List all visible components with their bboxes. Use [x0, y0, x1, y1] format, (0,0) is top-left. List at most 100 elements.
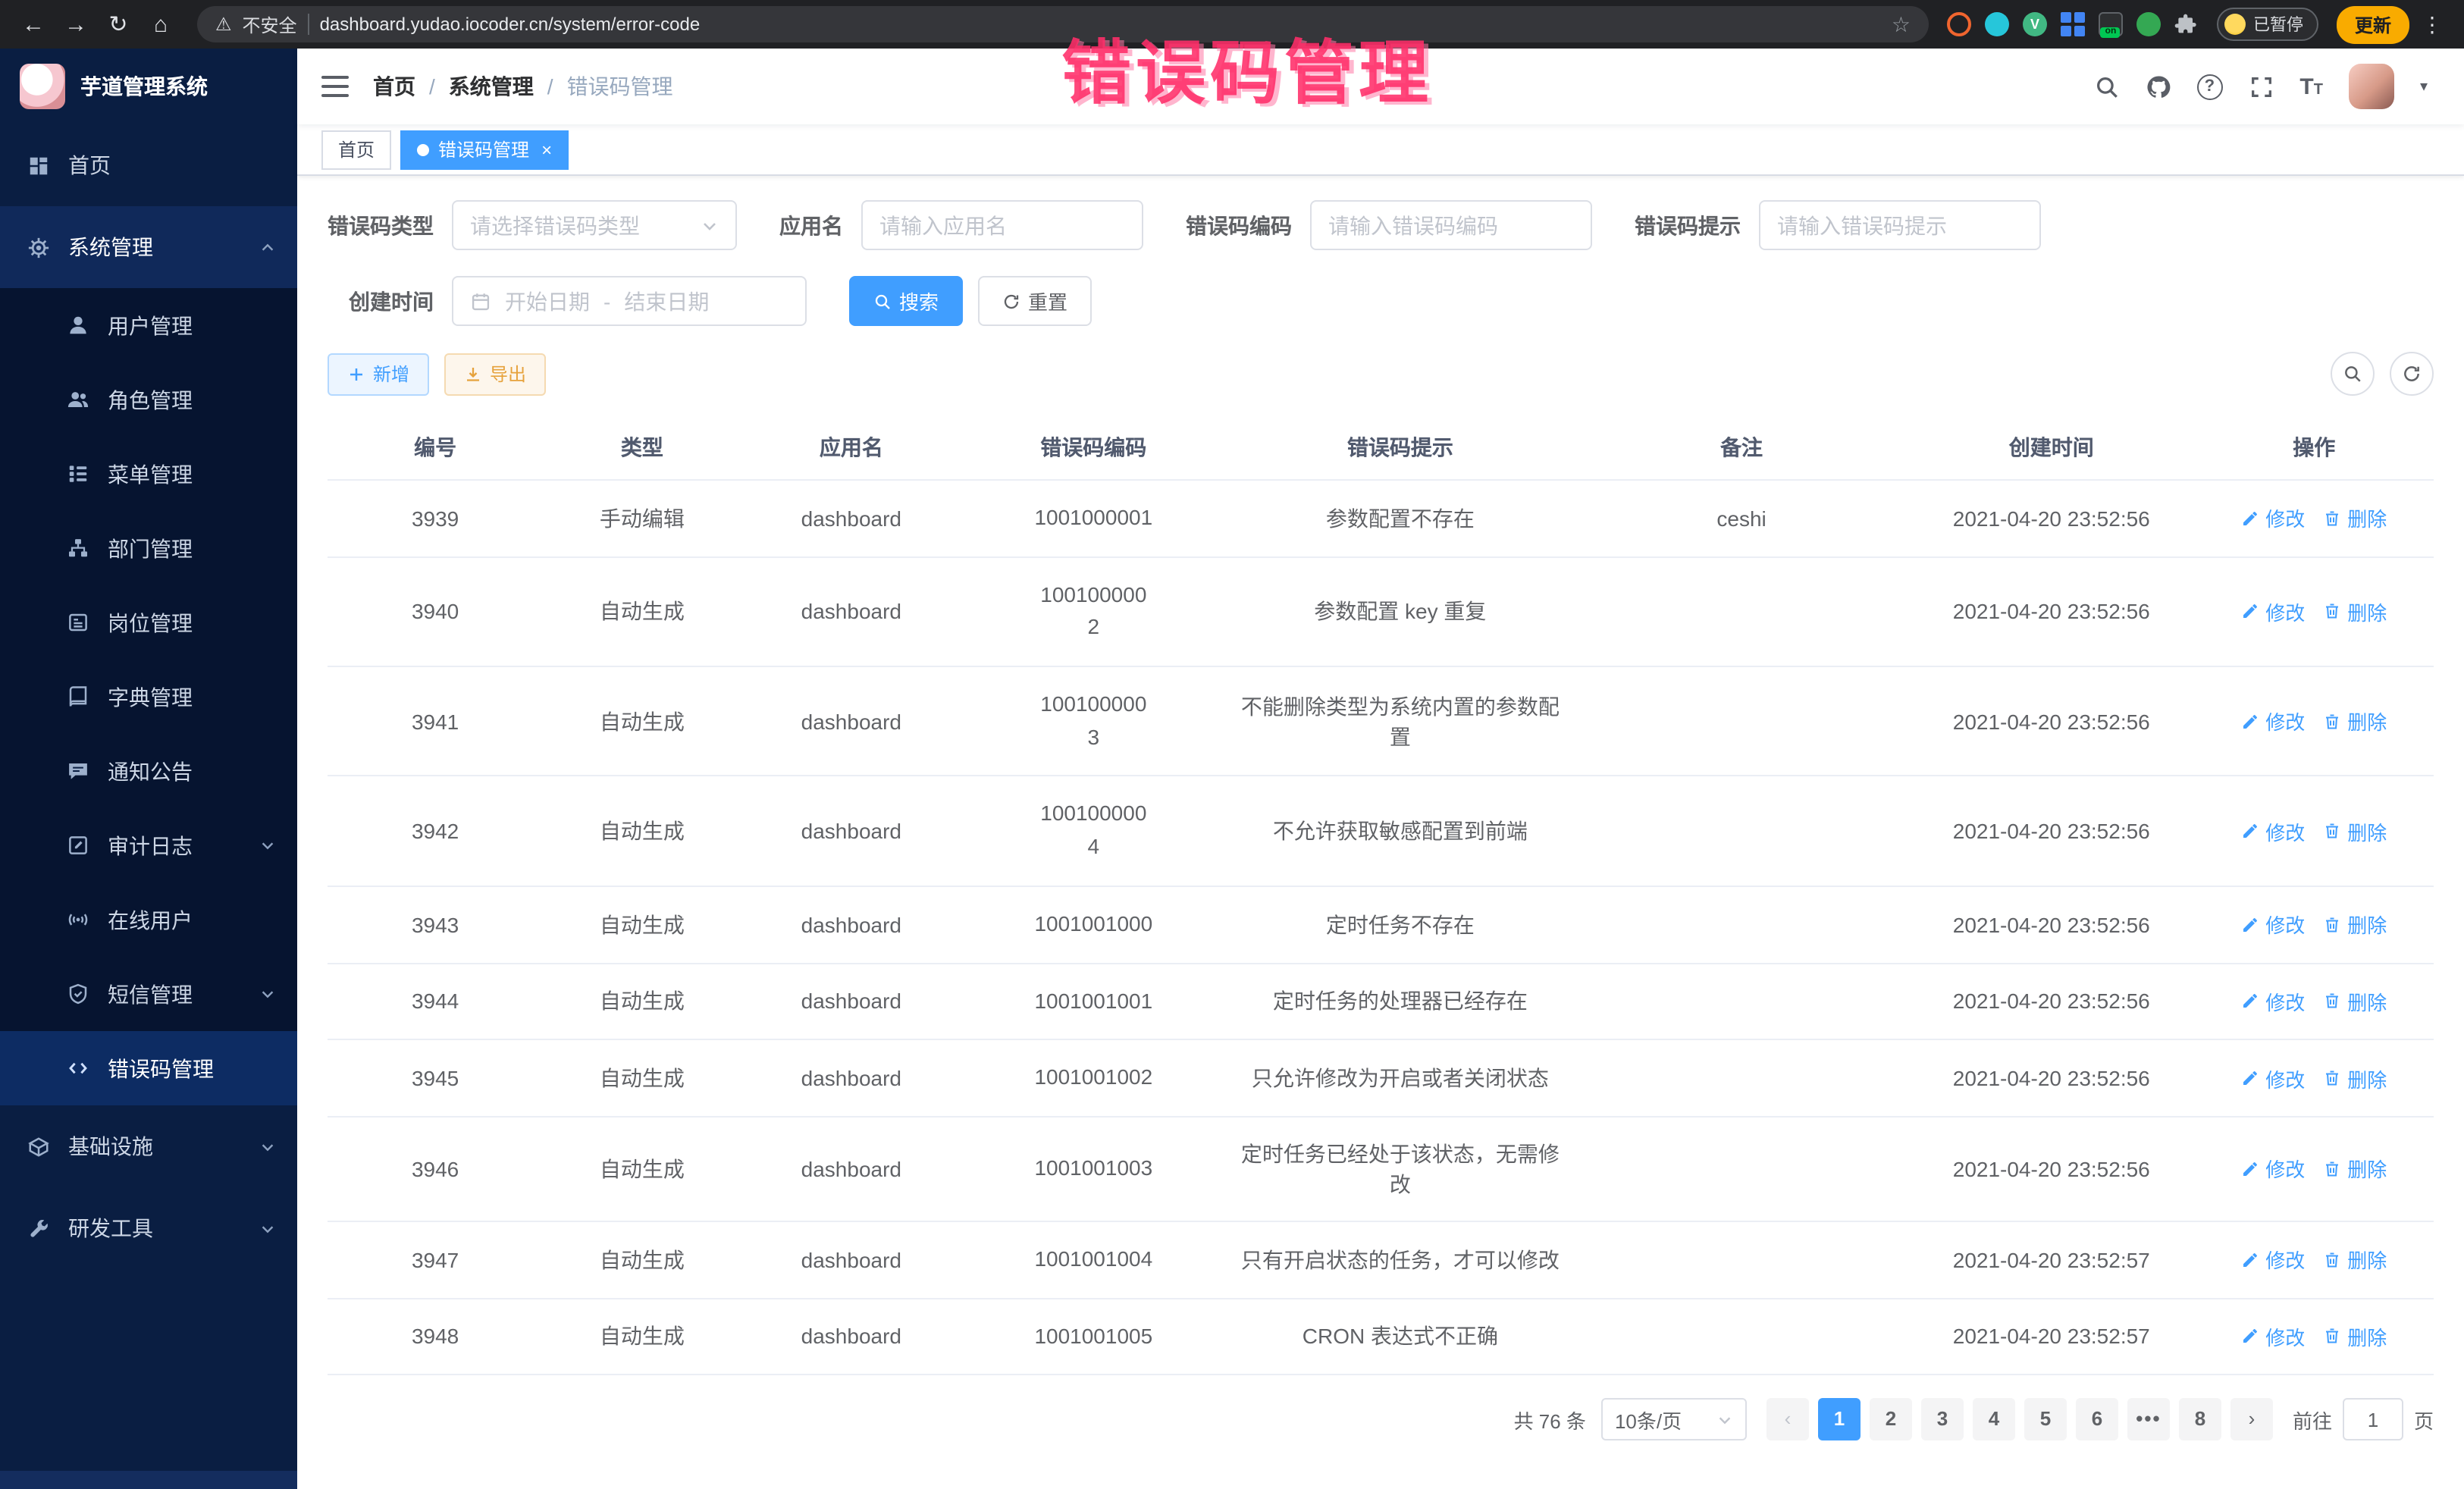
page-size-select[interactable]: 10条/页: [1601, 1399, 1747, 1441]
pager-page-button[interactable]: 1: [1818, 1399, 1861, 1441]
tab-active[interactable]: 错误码管理×: [400, 130, 569, 169]
edit-link[interactable]: 修改: [2241, 504, 2305, 533]
delete-link[interactable]: 删除: [2323, 597, 2387, 626]
sidebar-item[interactable]: 错误码管理: [0, 1031, 297, 1105]
goto-page-input[interactable]: [2343, 1399, 2403, 1441]
delete-link[interactable]: 删除: [2323, 707, 2387, 736]
sidebar-item[interactable]: 部门管理: [0, 511, 297, 585]
user-avatar[interactable]: [2349, 64, 2394, 109]
bookmark-star-icon[interactable]: ☆: [1892, 11, 1911, 37]
delete-link[interactable]: 删除: [2323, 504, 2387, 533]
extensions-puzzle-icon[interactable]: [2174, 12, 2199, 36]
address-bar[interactable]: ⚠ 不安全 dashboard.yudao.iocoder.cn/system/…: [197, 6, 1929, 42]
pager-page-button[interactable]: 8: [2179, 1399, 2221, 1441]
sidebar-item[interactable]: 首页: [0, 124, 297, 206]
table-row: 3941自动生成dashboard100100000 3不能删除类型为系统内置的…: [328, 666, 2434, 776]
sidebar-item[interactable]: 审计日志: [0, 808, 297, 882]
navbar-right: ? TT ▾: [2093, 64, 2428, 109]
table-row: 3942自动生成dashboard100100000 4不允许获取敏感配置到前端…: [328, 776, 2434, 886]
delete-link[interactable]: 删除: [2323, 987, 2387, 1016]
sidebar-item[interactable]: 岗位管理: [0, 585, 297, 660]
back-icon[interactable]: ←: [15, 6, 52, 42]
home-icon[interactable]: ⌂: [143, 6, 179, 42]
recorder-on-icon[interactable]: on: [2099, 12, 2123, 36]
leaf-icon[interactable]: [2136, 12, 2161, 36]
sidebar-item[interactable]: 短信管理: [0, 957, 297, 1031]
sidebar-item[interactable]: 用户管理: [0, 288, 297, 362]
search-button[interactable]: 搜索: [849, 276, 963, 326]
refresh-icon: [2402, 364, 2422, 384]
delete-link[interactable]: 删除: [2323, 1322, 2387, 1351]
pager-more-button[interactable]: •••: [2127, 1399, 2170, 1441]
cell-hint: 参数配置 key 重复: [1226, 556, 1575, 666]
breadcrumb-item[interactable]: 首页: [373, 71, 415, 102]
sidebar-item[interactable]: 通知公告: [0, 734, 297, 808]
refresh-table-button[interactable]: [2390, 352, 2434, 396]
breadcrumb-item[interactable]: 系统管理: [449, 71, 534, 102]
edit-link[interactable]: 修改: [2241, 910, 2305, 939]
sidebar-logo[interactable]: 芋道管理系统: [0, 49, 297, 124]
edit-link[interactable]: 修改: [2241, 707, 2305, 736]
forward-icon[interactable]: →: [58, 6, 94, 42]
sidebar-item[interactable]: 菜单管理: [0, 437, 297, 511]
date-range-picker[interactable]: 开始日期 - 结束日期: [452, 276, 807, 326]
logo-avatar: [20, 64, 65, 109]
edit-link[interactable]: 修改: [2241, 597, 2305, 626]
filter-label-create-time: 创建时间: [328, 286, 434, 316]
show-search-toggle-button[interactable]: [2331, 352, 2375, 396]
github-icon[interactable]: [2145, 74, 2171, 99]
cell-type: 手动编辑: [543, 480, 741, 556]
reset-button[interactable]: 重置: [978, 276, 1092, 326]
vue-devtools-icon[interactable]: V: [2023, 12, 2047, 36]
pager-page-button[interactable]: 3: [1921, 1399, 1964, 1441]
browser-profile-chip[interactable]: 已暂停: [2217, 8, 2318, 41]
error-type-select[interactable]: 请选择错误码类型: [452, 200, 737, 250]
delete-link[interactable]: 删除: [2323, 1064, 2387, 1092]
caret-down-icon[interactable]: ▾: [2420, 78, 2428, 95]
breadcrumb: 首页/系统管理/错误码管理: [373, 71, 673, 102]
edit-link[interactable]: 修改: [2241, 1322, 2305, 1351]
delete-link[interactable]: 删除: [2323, 1155, 2387, 1183]
teal-drop-icon[interactable]: [1985, 12, 2009, 36]
sidebar-collapse-bar[interactable]: [0, 1471, 297, 1489]
error-hint-input[interactable]: [1777, 213, 2023, 237]
edit-link[interactable]: 修改: [2241, 1064, 2305, 1092]
help-icon[interactable]: ?: [2196, 74, 2222, 99]
add-button[interactable]: 新增: [328, 353, 429, 395]
apps-grid-icon[interactable]: [2061, 12, 2085, 36]
close-icon[interactable]: ×: [541, 139, 552, 160]
app-name-input[interactable]: [879, 213, 1125, 237]
pager-page-button[interactable]: 5: [2024, 1399, 2067, 1441]
record-ring-icon[interactable]: [1947, 12, 1971, 36]
delete-link[interactable]: 删除: [2323, 910, 2387, 939]
error-code-input[interactable]: [1328, 213, 1574, 237]
delete-link[interactable]: 删除: [2323, 817, 2387, 845]
edit-link[interactable]: 修改: [2241, 817, 2305, 845]
delete-link[interactable]: 删除: [2323, 1245, 2387, 1274]
browser-update-button[interactable]: 更新: [2337, 5, 2409, 43]
prev-page-button[interactable]: ‹: [1766, 1399, 1809, 1441]
browser-menu-icon[interactable]: ⋮: [2415, 11, 2449, 37]
sidebar-item[interactable]: 在线用户: [0, 882, 297, 957]
reload-icon[interactable]: ↻: [100, 6, 136, 42]
sidebar-item[interactable]: 研发工具: [0, 1187, 297, 1269]
sidebar-item[interactable]: 角色管理: [0, 362, 297, 437]
edit-link[interactable]: 修改: [2241, 987, 2305, 1016]
pager-page-button[interactable]: 6: [2076, 1399, 2118, 1441]
sidebar-item[interactable]: 基础设施: [0, 1105, 297, 1187]
font-size-icon[interactable]: TT: [2299, 75, 2323, 98]
edit-link[interactable]: 修改: [2241, 1245, 2305, 1274]
pager-page-button[interactable]: 2: [1870, 1399, 1912, 1441]
hamburger-icon[interactable]: [321, 76, 349, 97]
sidebar-item[interactable]: 系统管理: [0, 206, 297, 288]
tab-item[interactable]: 首页: [321, 130, 391, 169]
next-page-button[interactable]: ›: [2230, 1399, 2273, 1441]
cell-remark: [1575, 1221, 1908, 1298]
sidebar-item[interactable]: 字典管理: [0, 660, 297, 734]
export-button[interactable]: 导出: [444, 353, 546, 395]
refresh-icon: [1002, 292, 1020, 310]
fullscreen-icon[interactable]: [2248, 74, 2274, 99]
edit-link[interactable]: 修改: [2241, 1155, 2305, 1183]
pager-page-button[interactable]: 4: [1973, 1399, 2015, 1441]
search-icon[interactable]: [2093, 74, 2119, 99]
